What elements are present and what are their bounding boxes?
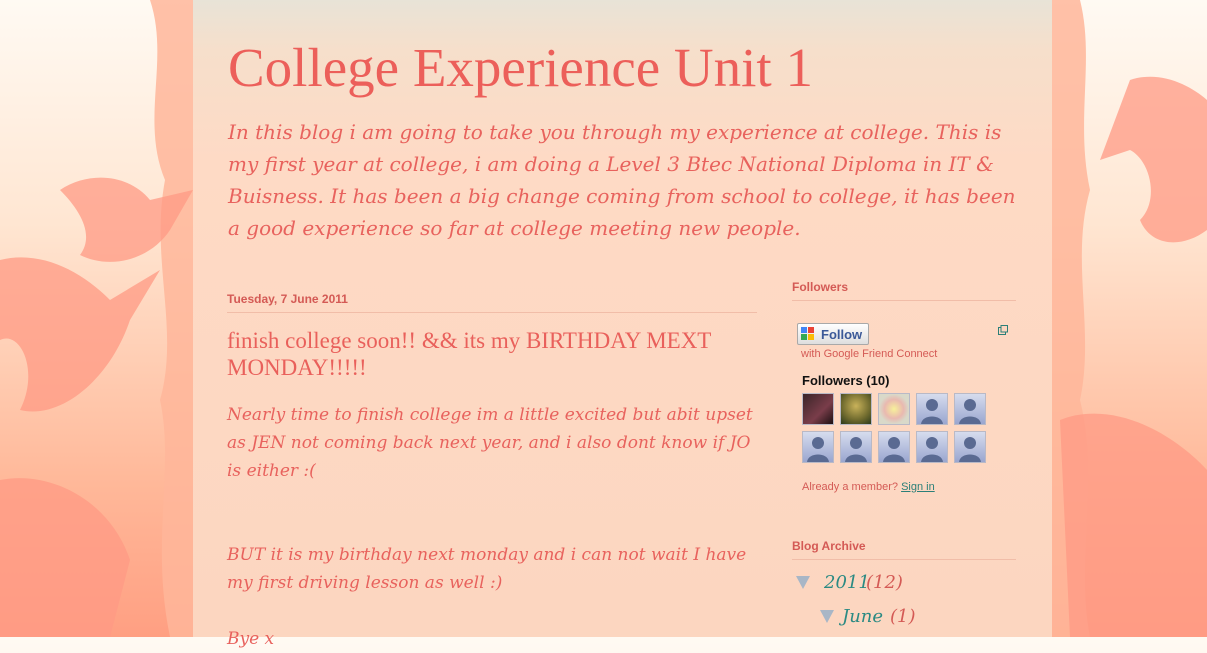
follower-avatar-grid (797, 393, 1016, 463)
post-column: Tuesday, 7 June 2011 finish college soon… (227, 292, 757, 653)
blog-archive-widget: Blog Archive 2011 (12) June (1) (792, 539, 1016, 634)
blog-title[interactable]: College Experience Unit 1 (228, 36, 813, 99)
gfc-caption: with Google Friend Connect (801, 348, 938, 360)
archive-widget-title: Blog Archive (792, 539, 1016, 560)
follow-button-label: Follow (821, 326, 863, 342)
post-date: Tuesday, 7 June 2011 (227, 292, 757, 313)
archive-month-link[interactable]: June (842, 606, 883, 627)
follower-avatar[interactable] (840, 393, 872, 425)
blog-page: College Experience Unit 1 In this blog i… (193, 0, 1052, 649)
follow-button[interactable]: Follow (797, 323, 870, 345)
follower-avatar[interactable] (878, 393, 910, 425)
followers-widget-title: Followers (792, 280, 1016, 301)
google-logo-icon (801, 327, 815, 341)
archive-year-row: 2011 (12) (792, 566, 1016, 600)
sidebar: Followers Follow with Google Friend Conn… (792, 280, 1016, 634)
default-avatar-icon[interactable] (954, 393, 986, 425)
post-paragraph: BUT it is my birthday next monday and i … (227, 545, 747, 593)
archive-year-count: (12) (866, 572, 903, 593)
followers-count-heading: Followers (10) (802, 373, 890, 388)
archive-month-row: June (1) (792, 600, 1016, 634)
default-avatar-icon[interactable] (916, 393, 948, 425)
expand-icon[interactable] (998, 325, 1008, 335)
default-avatar-icon[interactable] (878, 431, 910, 463)
post-body: Nearly time to finish college im a littl… (227, 401, 757, 653)
member-prompt: Already a member? (802, 481, 898, 493)
post-paragraph: Bye x (227, 629, 275, 649)
expand-toggle-icon[interactable] (820, 610, 834, 623)
archive-year-link[interactable]: 2011 (824, 572, 870, 593)
post-paragraph: Nearly time to finish college im a littl… (227, 405, 753, 481)
expand-toggle-icon[interactable] (796, 576, 810, 589)
post-title[interactable]: finish college soon!! && its my BIRTHDAY… (227, 327, 757, 381)
default-avatar-icon[interactable] (954, 431, 986, 463)
default-avatar-icon[interactable] (840, 431, 872, 463)
follower-avatar[interactable] (802, 393, 834, 425)
followers-widget: Follow with Google Friend Connect Follow… (792, 301, 1016, 493)
member-signin-line: Already a member? Sign in (802, 481, 1016, 493)
default-avatar-icon[interactable] (916, 431, 948, 463)
sign-in-link[interactable]: Sign in (901, 481, 935, 493)
archive-month-count: (1) (890, 606, 916, 627)
blog-description: In this blog i am going to take you thro… (228, 120, 1016, 240)
default-avatar-icon[interactable] (802, 431, 834, 463)
